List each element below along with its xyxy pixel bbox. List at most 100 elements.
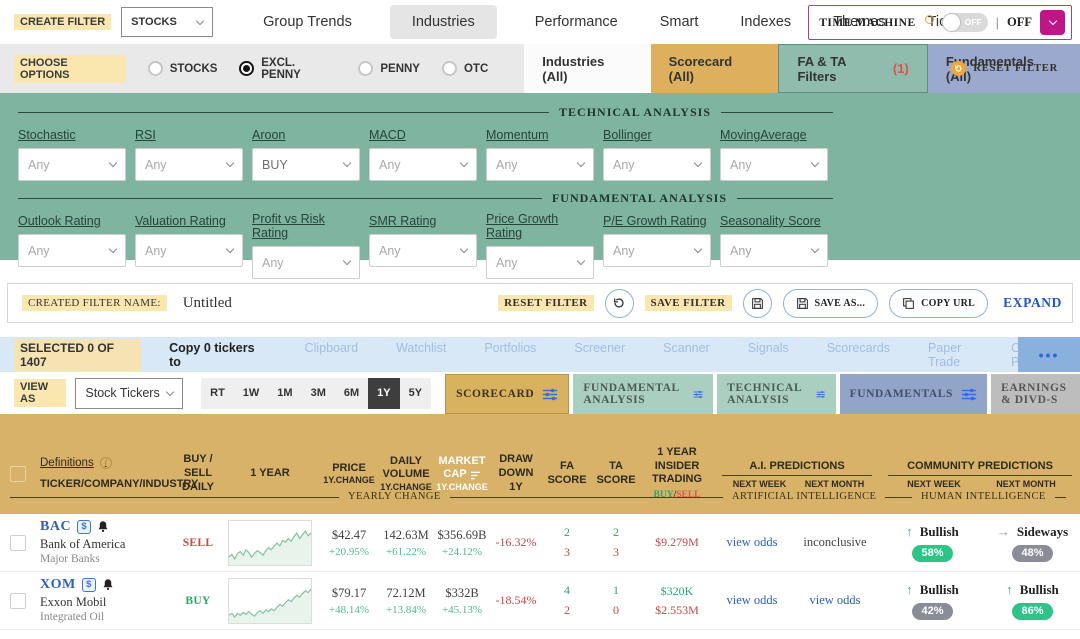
filter-label-smr-rating[interactable]: SMR Rating bbox=[369, 214, 436, 228]
info-icon[interactable] bbox=[925, 15, 934, 24]
range-1w[interactable]: 1W bbox=[234, 378, 269, 409]
industry-name[interactable]: Major Banks bbox=[40, 552, 100, 567]
community-next-week-label[interactable]: NEXT WEEK bbox=[888, 479, 980, 489]
tab-scorecard[interactable]: SCORECARD bbox=[445, 374, 569, 414]
link-paper-trade[interactable]: Paper Trade bbox=[928, 341, 973, 369]
link-signals[interactable]: Signals bbox=[748, 341, 789, 369]
range-3m[interactable]: 3M bbox=[302, 378, 335, 409]
save-filter-button[interactable] bbox=[743, 289, 772, 318]
macd-select[interactable]: Any bbox=[369, 148, 477, 181]
col-ticker-company-industry[interactable]: TICKER/COMPANY/INDUSTRY bbox=[40, 478, 198, 492]
nav-indexes[interactable]: Indexes bbox=[736, 5, 795, 39]
ai-next-week-label[interactable]: NEXT WEEK bbox=[722, 479, 797, 489]
time-machine-dropdown-button[interactable] bbox=[1040, 10, 1065, 35]
ticker-link[interactable]: XOM bbox=[40, 576, 76, 594]
filter-label-seasonality[interactable]: Seasonality Score bbox=[720, 214, 821, 228]
smr-rating-select[interactable]: Any bbox=[369, 234, 477, 267]
range-rt[interactable]: RT bbox=[201, 378, 234, 409]
select-all-checkbox[interactable] bbox=[10, 466, 26, 482]
nav-performance[interactable]: Performance bbox=[531, 5, 622, 39]
radio-icon[interactable] bbox=[442, 61, 457, 76]
copy-url-button[interactable]: COPY URL bbox=[889, 289, 988, 318]
community-next-month-label[interactable]: NEXT MONTH bbox=[980, 479, 1072, 489]
seasonality-select[interactable]: Any bbox=[720, 234, 828, 267]
movingaverage-select[interactable]: Any bbox=[720, 148, 828, 181]
nav-group-trends[interactable]: Group Trends bbox=[259, 5, 356, 39]
filter-label-movingaverage[interactable]: MovingAverage bbox=[720, 128, 807, 142]
nav-industries[interactable]: Industries bbox=[390, 5, 497, 39]
row-checkbox[interactable] bbox=[10, 593, 26, 609]
tab-technical-analysis[interactable]: TECHNICAL ANALYSIS bbox=[717, 374, 835, 414]
filter-label-aroon[interactable]: Aroon bbox=[252, 128, 285, 142]
radio-stocks[interactable]: STOCKS bbox=[148, 61, 218, 76]
nav-smart[interactable]: Smart bbox=[656, 5, 703, 39]
paper-trade-icon[interactable]: $ bbox=[77, 520, 91, 534]
momentum-select[interactable]: Any bbox=[486, 148, 594, 181]
valuation-rating-select[interactable]: Any bbox=[135, 234, 243, 267]
stochastic-select[interactable]: Any bbox=[18, 148, 126, 181]
ai-month-view-odds-link[interactable]: view odds bbox=[809, 593, 860, 608]
tab-scorecard-all[interactable]: Scorecard (All) bbox=[651, 44, 779, 93]
filter-label-valuation-rating[interactable]: Valuation Rating bbox=[135, 214, 226, 228]
reset-filter-button[interactable]: RESET FILTER bbox=[951, 61, 1058, 76]
reset-filter-button[interactable] bbox=[605, 289, 634, 318]
pe-growth-select[interactable]: Any bbox=[603, 234, 711, 267]
ticker-link[interactable]: BAC bbox=[40, 518, 71, 536]
filter-label-macd[interactable]: MACD bbox=[369, 128, 406, 142]
filter-name-value[interactable]: Untitled bbox=[183, 295, 232, 312]
tab-fundamentals[interactable]: FUNDAMENTALS bbox=[840, 374, 987, 414]
bell-icon[interactable] bbox=[102, 578, 114, 591]
more-targets-button[interactable]: ••• bbox=[1018, 337, 1080, 372]
definitions-link[interactable]: Definitions bbox=[40, 456, 94, 470]
filter-label-momentum[interactable]: Momentum bbox=[486, 128, 549, 142]
bell-icon[interactable] bbox=[97, 520, 109, 533]
filter-label-stochastic[interactable]: Stochastic bbox=[18, 128, 76, 142]
info-icon[interactable]: i bbox=[100, 457, 112, 469]
link-watchlist[interactable]: Watchlist bbox=[396, 341, 446, 369]
bollinger-select[interactable]: Any bbox=[603, 148, 711, 181]
radio-icon[interactable] bbox=[358, 61, 373, 76]
radio-penny[interactable]: PENNY bbox=[358, 61, 420, 76]
range-1m[interactable]: 1M bbox=[268, 378, 301, 409]
profit-vs-risk-select[interactable]: Any bbox=[252, 246, 360, 279]
tab-fa-ta-filters[interactable]: FA & TA Filters (1) bbox=[778, 44, 927, 93]
radio-checked-icon[interactable] bbox=[239, 61, 254, 76]
range-5y[interactable]: 5Y bbox=[400, 378, 431, 409]
industry-name[interactable]: Integrated Oil bbox=[40, 610, 104, 625]
outlook-rating-select[interactable]: Any bbox=[18, 234, 126, 267]
create-filter-button[interactable]: CREATE FILTER bbox=[14, 14, 111, 30]
asset-type-select[interactable]: STOCKS bbox=[121, 7, 213, 37]
filter-label-outlook-rating[interactable]: Outlook Rating bbox=[18, 214, 101, 228]
filter-label-rsi[interactable]: RSI bbox=[135, 128, 156, 142]
tab-industries-all[interactable]: Industries (All) bbox=[524, 44, 650, 93]
radio-otc[interactable]: OTC bbox=[442, 61, 488, 76]
filter-label-bollinger[interactable]: Bollinger bbox=[603, 128, 652, 142]
rsi-select[interactable]: Any bbox=[135, 148, 243, 181]
filter-label-price-growth[interactable]: Price Growth Rating bbox=[486, 212, 594, 240]
expand-button[interactable]: EXPAND bbox=[1003, 295, 1062, 311]
link-screener[interactable]: Screener bbox=[574, 341, 625, 369]
ai-week-view-odds-link[interactable]: view odds bbox=[726, 535, 777, 550]
link-portfolios[interactable]: Portfolios bbox=[484, 341, 536, 369]
price-sparkline[interactable] bbox=[228, 520, 312, 566]
save-as-button[interactable]: SAVE AS... bbox=[783, 289, 879, 318]
radio-icon[interactable] bbox=[148, 61, 163, 76]
range-1y[interactable]: 1Y bbox=[368, 378, 399, 409]
link-clipboard[interactable]: Clipboard bbox=[305, 341, 359, 369]
aroon-select[interactable]: BUY bbox=[252, 148, 360, 181]
row-checkbox[interactable] bbox=[10, 535, 26, 551]
link-scanner[interactable]: Scanner bbox=[663, 341, 710, 369]
tab-earnings-dividends[interactable]: EARNINGS & DIVD-S bbox=[991, 374, 1080, 414]
price-growth-select[interactable]: Any bbox=[486, 246, 594, 279]
ai-week-view-odds-link[interactable]: view odds bbox=[726, 593, 777, 608]
paper-trade-icon[interactable]: $ bbox=[82, 578, 96, 592]
filter-label-profit-vs-risk[interactable]: Profit vs Risk Rating bbox=[252, 212, 360, 240]
range-6m[interactable]: 6M bbox=[335, 378, 368, 409]
view-as-select[interactable]: Stock Tickers bbox=[75, 378, 183, 409]
link-scorecards[interactable]: Scorecards bbox=[827, 341, 890, 369]
tab-fundamental-analysis[interactable]: FUNDAMENTAL ANALYSIS bbox=[573, 374, 713, 414]
ai-next-month-label[interactable]: NEXT MONTH bbox=[797, 479, 872, 489]
filter-label-pe-growth[interactable]: P/E Growth Rating bbox=[603, 214, 707, 228]
time-machine-toggle[interactable]: OFF bbox=[942, 13, 988, 32]
price-sparkline[interactable] bbox=[228, 578, 312, 624]
